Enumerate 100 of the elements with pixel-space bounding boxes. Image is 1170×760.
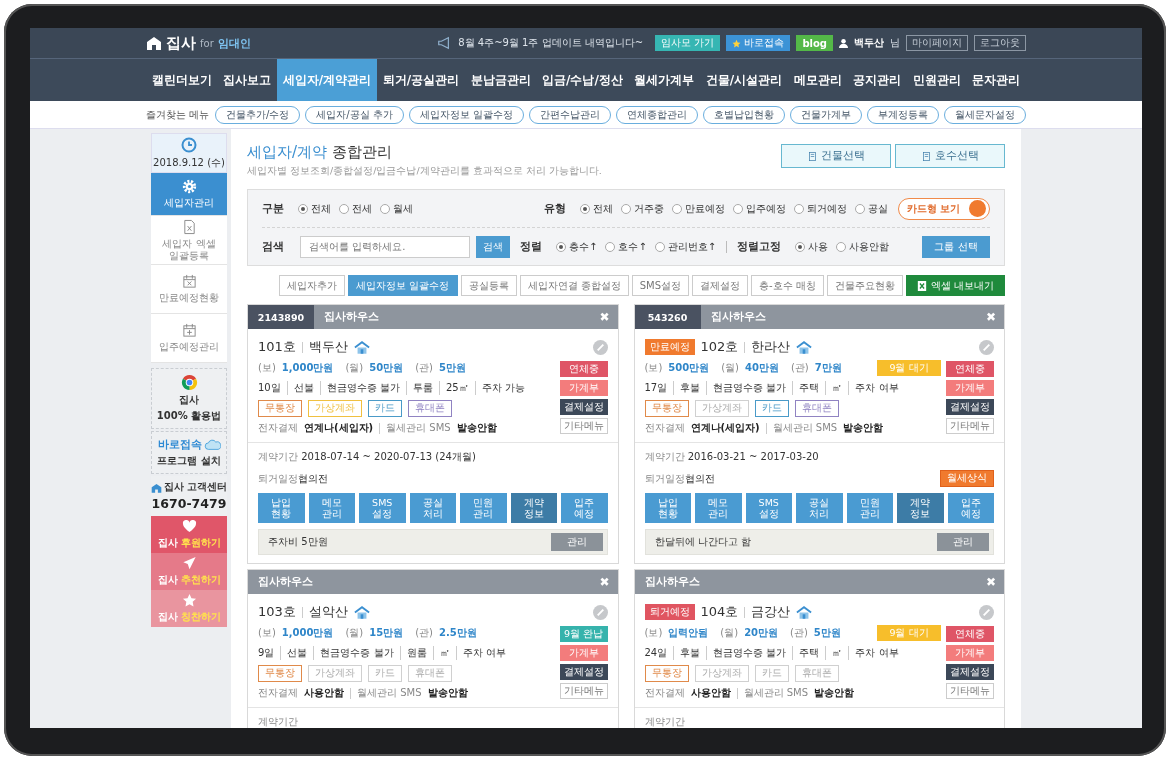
side-button[interactable]: 결제설정	[559, 399, 608, 415]
toolbar-button[interactable]: 엑셀 내보내기	[905, 275, 1005, 296]
radio-option[interactable]: 호수↑	[605, 239, 647, 254]
toolbar-button[interactable]: 세입자정보 일괄수정	[348, 275, 458, 296]
radio-option[interactable]: 관리번호↑	[654, 239, 717, 254]
promo-button[interactable]: 집사 후원하기	[151, 516, 227, 553]
header-link[interactable]: blog	[796, 35, 833, 51]
close-button[interactable]: ✖	[591, 310, 618, 324]
nav-tab[interactable]: 메모관리	[787, 59, 848, 101]
guide-banner[interactable]: 집사 100% 활용법	[151, 368, 227, 429]
favorite-link[interactable]: 세입자정보 일괄수정	[408, 105, 525, 124]
radio-option[interactable]: 월세	[380, 201, 413, 216]
toolbar-button[interactable]: 결제설정	[692, 275, 748, 296]
search-button[interactable]: 검색	[476, 235, 510, 258]
card-tab[interactable]: 공실 처리	[409, 493, 456, 523]
radio-option[interactable]: 전세	[339, 201, 372, 216]
nav-tab[interactable]: 캘린더보기	[146, 59, 218, 101]
view-toggle[interactable]: 카드형 보기	[898, 197, 990, 220]
nav-tab[interactable]: 세입자/계약관리	[277, 59, 377, 101]
radio-option[interactable]: 입주예정	[733, 201, 786, 216]
close-button[interactable]: ✖	[977, 310, 1004, 324]
side-button[interactable]: 기타메뉴	[559, 683, 608, 699]
radio-button[interactable]	[298, 203, 308, 214]
card-tab[interactable]: 계약 정보	[897, 493, 944, 523]
radio-button[interactable]	[733, 203, 743, 214]
radio-option[interactable]: 사용	[795, 239, 829, 254]
side-button[interactable]: 연체중	[946, 626, 994, 642]
side-button[interactable]: 가계부	[946, 380, 994, 396]
radio-button[interactable]	[380, 203, 390, 214]
side-button[interactable]: 가계부	[946, 645, 994, 661]
search-field[interactable]: 검색어를 입력하세요.	[300, 235, 470, 258]
card-tab[interactable]: 메모 관리	[308, 493, 355, 523]
side-button[interactable]: 연체중	[559, 361, 608, 377]
group-select-button[interactable]: 그룹 선택	[922, 235, 990, 258]
card-tab[interactable]: 메모 관리	[695, 493, 742, 523]
side-button[interactable]: 기타메뉴	[946, 418, 994, 434]
card-tab[interactable]: 입주 예정	[947, 493, 994, 523]
radio-button[interactable]	[794, 203, 804, 214]
sidebar-item[interactable]: 만료예정현황	[151, 265, 227, 314]
nav-tab[interactable]: 문자관리	[966, 59, 1026, 101]
nav-tab[interactable]: 분납금관리	[464, 59, 537, 101]
payment-status[interactable]: 9월 완납	[559, 626, 608, 642]
rent-tips-button[interactable]: 월세상식	[940, 470, 994, 487]
card-tab[interactable]: 납입 현황	[644, 493, 691, 523]
close-button[interactable]: ✖	[591, 575, 618, 589]
manage-button[interactable]: 관리	[550, 533, 603, 551]
side-button[interactable]: 결제설정	[946, 664, 994, 680]
side-button[interactable]: 결제설정	[559, 664, 608, 680]
radio-button[interactable]	[654, 241, 665, 252]
select-button[interactable]: 호수선택	[895, 144, 1005, 168]
favorite-link[interactable]: 건물추가/수정	[215, 105, 301, 124]
radio-option[interactable]: 공실	[855, 201, 888, 216]
side-button[interactable]: 연체중	[946, 361, 994, 377]
radio-option[interactable]: 퇴거예정	[794, 201, 847, 216]
radio-option[interactable]: 전체	[580, 201, 613, 216]
radio-button[interactable]	[855, 203, 865, 214]
nav-tab[interactable]: 입금/수납/정산	[536, 59, 629, 101]
radio-button[interactable]	[621, 203, 631, 214]
sidebar-item[interactable]: 입주예정관리	[151, 314, 227, 363]
toolbar-button[interactable]: 세입자연결 종합설정	[519, 275, 629, 296]
card-tab[interactable]: SMS 설정	[359, 493, 406, 523]
radio-option[interactable]: 만료예정	[672, 201, 725, 216]
nav-tab[interactable]: 건물/시설관리	[700, 59, 788, 101]
radio-option[interactable]: 전체	[298, 201, 331, 216]
select-button[interactable]: 건물선택	[781, 144, 891, 168]
side-button[interactable]: 결제설정	[946, 399, 994, 415]
radio-option[interactable]: 사용안함	[836, 239, 890, 254]
card-tab[interactable]: 계약 정보	[510, 493, 557, 523]
toolbar-button[interactable]: 층-호수 매칭	[751, 275, 824, 296]
side-button[interactable]: 기타메뉴	[559, 418, 608, 434]
card-tab[interactable]: 민원 관리	[460, 493, 507, 523]
card-tab[interactable]: 납입 현황	[258, 493, 305, 523]
radio-button[interactable]	[836, 241, 847, 252]
side-button[interactable]: 가계부	[559, 380, 608, 396]
header-link[interactable]: 바로접속	[726, 35, 791, 51]
favorite-link[interactable]: 연체종합관리	[616, 105, 699, 124]
update-notice[interactable]: 8월 4주~9월 1주 업데이트 내역입니다~	[458, 36, 644, 50]
account-link[interactable]: 마이페이지	[906, 35, 968, 51]
toolbar-button[interactable]: SMS설정	[631, 275, 689, 296]
radio-button[interactable]	[605, 241, 616, 252]
toolbar-button[interactable]: 공실등록	[460, 275, 517, 296]
card-tab[interactable]: SMS 설정	[745, 493, 792, 523]
sidebar-item[interactable]: 세입자 엑셀 일괄등록	[151, 216, 227, 265]
nav-tab[interactable]: 집사보고	[217, 59, 277, 101]
radio-button[interactable]	[580, 203, 590, 214]
nav-tab[interactable]: 퇴거/공실관리	[376, 59, 465, 101]
radio-button[interactable]	[339, 203, 349, 214]
favorite-link[interactable]: 부계정등록	[867, 105, 939, 124]
radio-button[interactable]	[672, 203, 682, 214]
radio-option[interactable]: 층수↑	[556, 239, 598, 254]
account-link[interactable]: 로그아웃	[974, 35, 1026, 51]
favorite-link[interactable]: 세입자/공실 추가	[305, 105, 404, 124]
promo-button[interactable]: 집사 추천하기	[151, 553, 227, 590]
nav-tab[interactable]: 월세가계부	[628, 59, 701, 101]
favorite-link[interactable]: 호별납입현황	[703, 105, 786, 124]
nav-tab[interactable]: 공지관리	[847, 59, 907, 101]
radio-option[interactable]: 거주중	[621, 201, 664, 216]
card-tab[interactable]: 민원 관리	[846, 493, 893, 523]
side-button[interactable]: 가계부	[559, 645, 608, 661]
favorite-link[interactable]: 간편수납관리	[529, 105, 612, 124]
